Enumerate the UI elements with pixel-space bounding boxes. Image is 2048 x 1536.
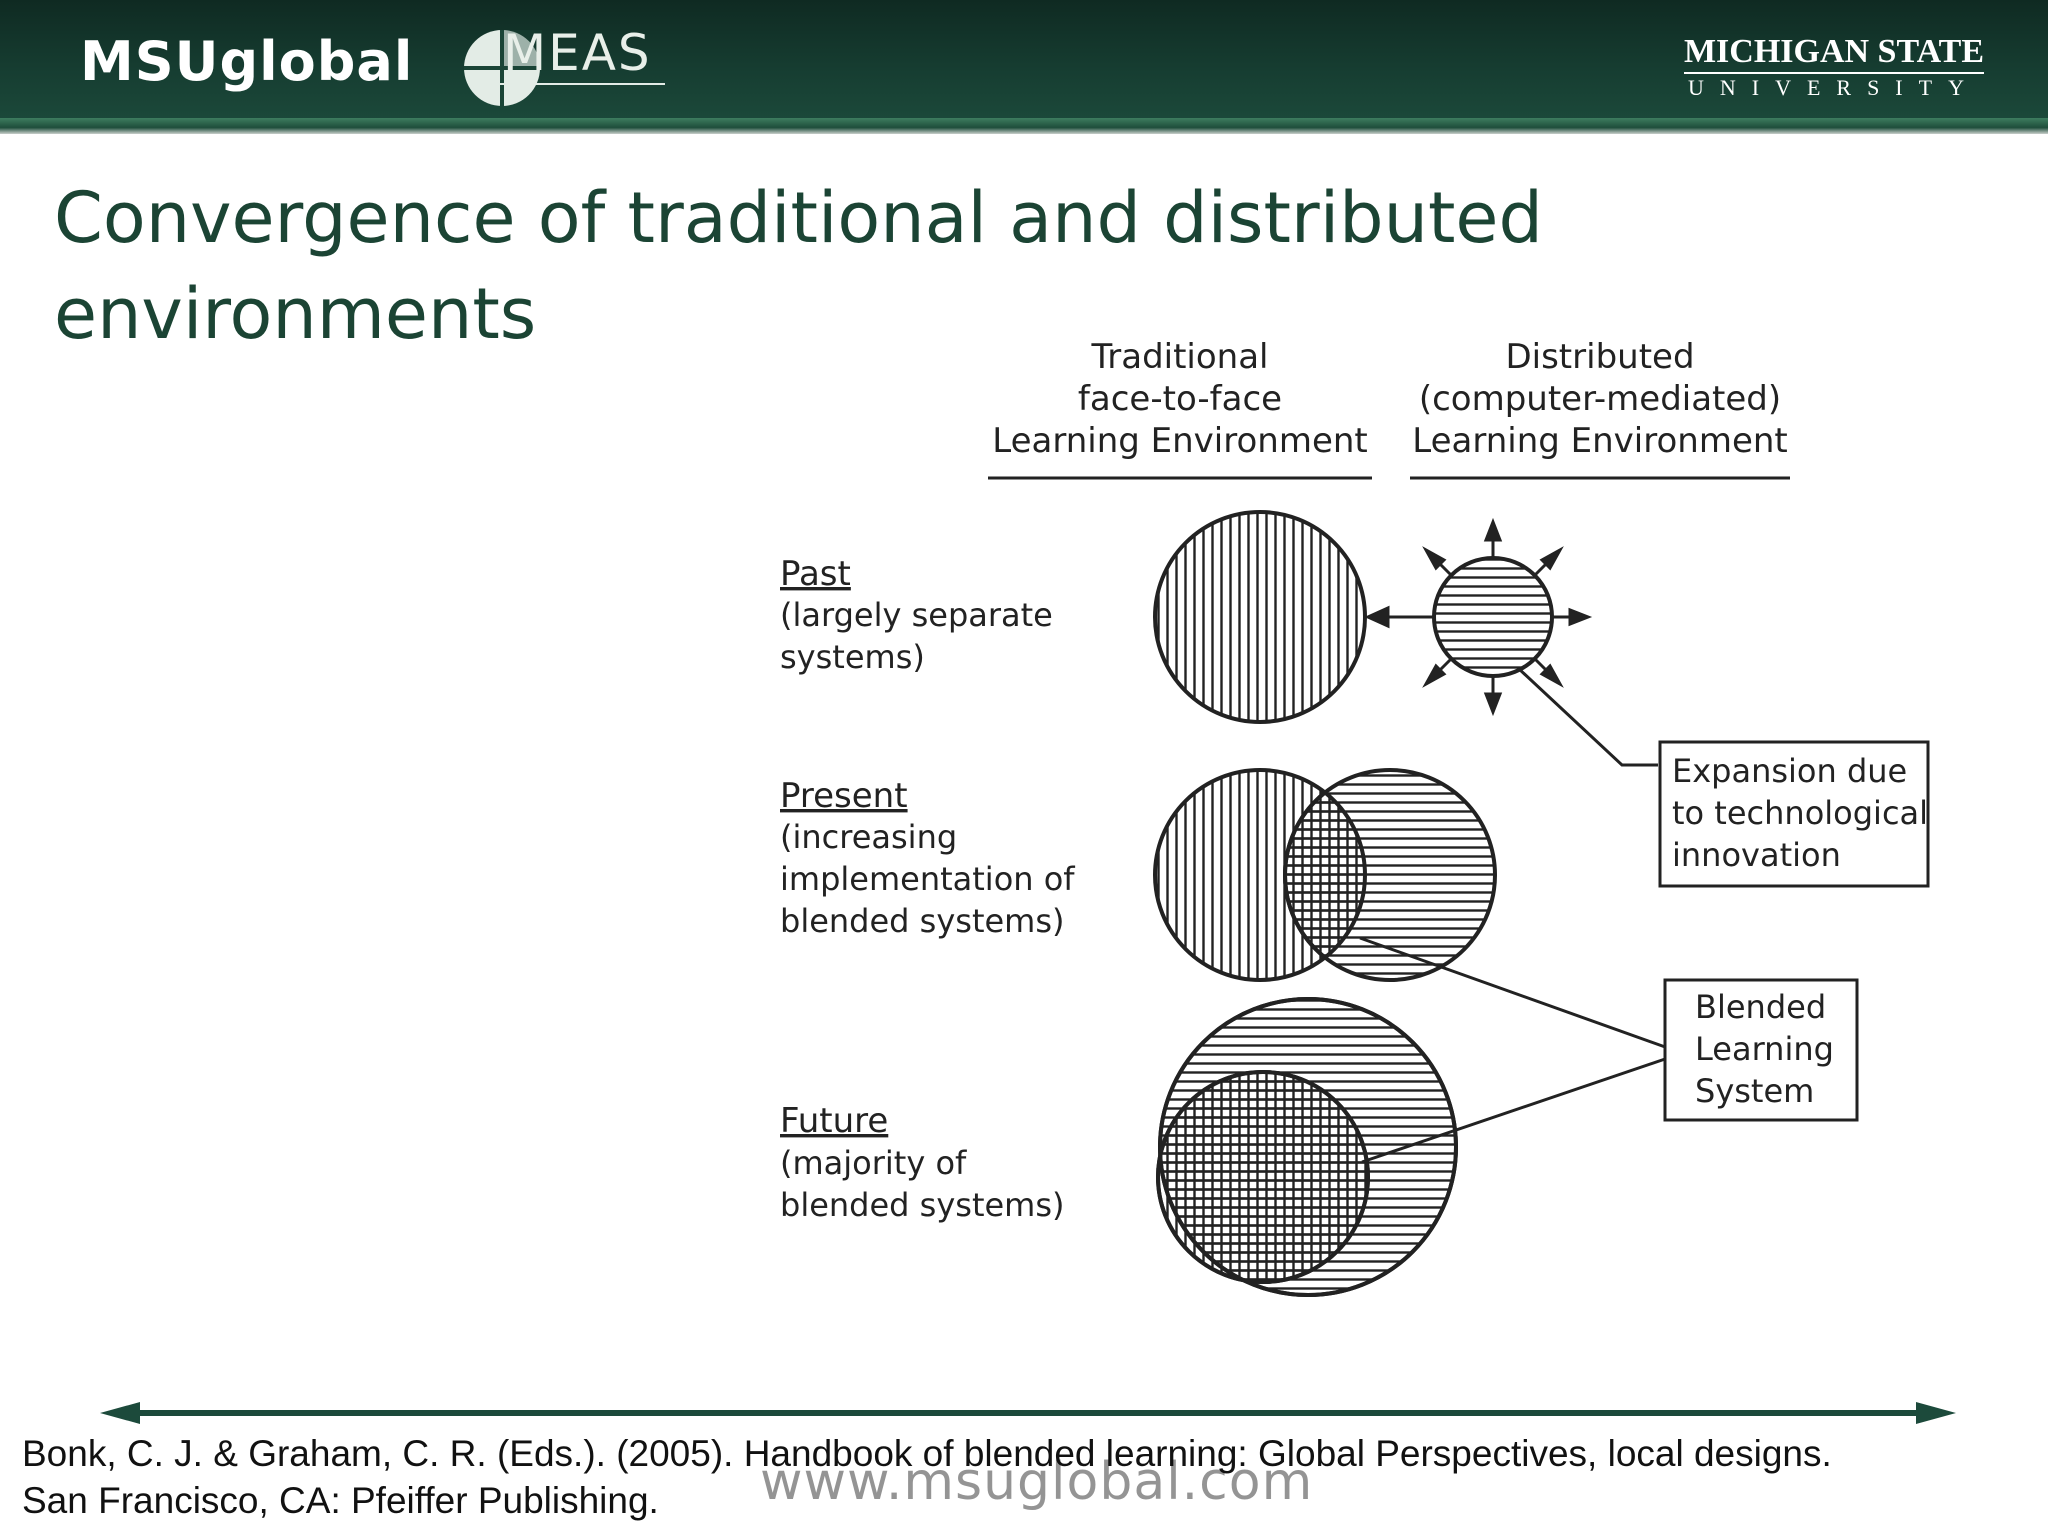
expansion-callout: Expansion due to technological innovatio… — [1658, 740, 1930, 888]
blended-line1: Blended — [1695, 988, 1826, 1026]
past-distributed-starburst — [1422, 517, 1593, 717]
timeline-arrow — [100, 1402, 1956, 1424]
past-arrow — [1364, 605, 1434, 629]
past-title: Past — [780, 554, 851, 594]
citation: Bonk, C. J. & Graham, C. R. (Eds.). (200… — [22, 1430, 2022, 1524]
future-desc-line2: blended systems) — [780, 1186, 1065, 1224]
citation-line2: San Francisco, CA: Pfeiffer Publishing. — [22, 1480, 659, 1521]
blended-callout: Blended Learning System — [1663, 978, 1859, 1122]
row-label-present: Present (increasing implementation of bl… — [780, 776, 1075, 940]
present-title: Present — [780, 776, 908, 816]
expansion-line2: to technological — [1672, 794, 1928, 832]
future-desc-line1: (majority of — [780, 1144, 967, 1182]
present-desc-line1: (increasing — [780, 818, 957, 856]
present-desc-line3: blended systems) — [780, 902, 1065, 940]
traditional-header-line3: Learning Environment — [992, 421, 1368, 461]
expansion-line1: Expansion due — [1672, 752, 1907, 790]
msuglobal-logo: MSUglobal — [80, 30, 414, 93]
row-label-past: Past (largely separate systems) — [780, 554, 1053, 676]
present-desc-line2: implementation of — [780, 860, 1075, 898]
university-name-line2: UNIVERSITY — [1683, 72, 1984, 102]
expansion-connector — [1516, 666, 1658, 767]
traditional-header-line2: face-to-face — [1078, 379, 1282, 419]
traditional-header-line1: Traditional — [1090, 337, 1268, 377]
university-name-line1: MICHIGAN STATE — [1683, 33, 1984, 70]
past-desc-line1: (largely separate — [780, 596, 1053, 634]
citation-line1: Bonk, C. J. & Graham, C. R. (Eds.). (200… — [22, 1433, 1832, 1474]
distributed-header-line2: (computer-mediated) — [1419, 379, 1781, 419]
header-band — [0, 118, 2048, 134]
row-label-future: Future (majority of blended systems) — [780, 1101, 1065, 1224]
distributed-column-header: Distributed (computer-mediated) Learning… — [1410, 337, 1790, 480]
michigan-state-logo: MICHIGAN STATE UNIVERSITY — [1683, 32, 1984, 102]
traditional-column-header: Traditional face-to-face Learning Enviro… — [988, 337, 1372, 480]
future-title: Future — [780, 1101, 888, 1141]
meas-logo-text: MEAS — [503, 24, 652, 82]
convergence-diagram: Traditional face-to-face Learning Enviro… — [780, 337, 1930, 1297]
past-desc-line2: systems) — [780, 638, 925, 676]
distributed-header-line3: Learning Environment — [1412, 421, 1788, 461]
blended-line3: System — [1695, 1072, 1814, 1110]
distributed-header-line1: Distributed — [1505, 337, 1694, 377]
expansion-line3: innovation — [1672, 836, 1841, 874]
slide-title-line1: Convergence of traditional and distribut… — [54, 177, 1543, 259]
past-traditional-circle — [1153, 510, 1367, 724]
blended-line2: Learning — [1695, 1030, 1834, 1068]
